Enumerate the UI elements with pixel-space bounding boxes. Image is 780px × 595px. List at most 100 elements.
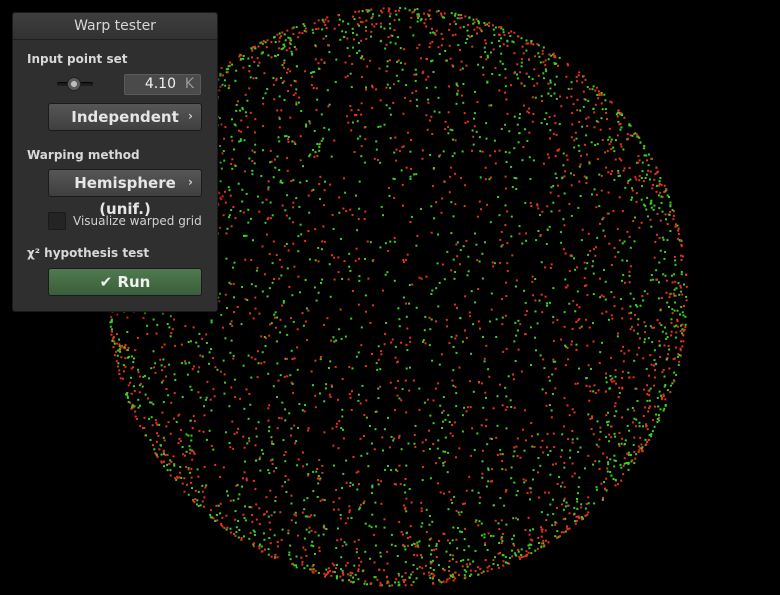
sample-point [444,418,447,421]
sample-point [520,370,523,373]
sample-point [523,289,526,292]
sample-point [494,556,496,559]
sample-point [449,128,452,131]
sample-point [443,180,446,183]
sample-point [203,414,206,417]
sample-point [334,81,337,83]
sample-count-slider[interactable] [57,77,93,91]
sample-point [671,312,674,315]
sample-point [169,469,172,472]
sample-point [620,349,623,352]
sample-point [232,499,235,502]
sample-point [278,169,281,171]
sample-point [648,394,651,397]
sample-point [584,267,587,270]
sample-point [472,135,475,138]
sample-point [279,331,282,334]
sample-point [331,570,334,573]
sample-point [547,491,550,494]
sample-point [595,486,598,489]
sample-point [605,310,608,313]
sample-point [205,342,208,344]
sample-point [328,51,331,54]
sample-point [656,212,659,215]
sample-point [601,498,604,501]
sample-point [627,349,630,352]
sample-point [219,85,222,88]
sample-point [525,239,528,242]
sample-point [246,442,249,445]
sample-point [577,451,580,453]
sample-point [257,421,260,424]
visualize-grid-checkbox[interactable] [48,212,66,230]
sample-count-field[interactable]: 4.10 K [124,74,201,95]
sample-point [455,456,457,459]
sample-point [265,198,268,201]
sample-point [444,128,447,131]
sample-point [273,158,276,161]
sample-point [654,241,657,243]
sample-point [302,324,305,327]
sample-point [621,279,623,282]
sample-point [605,414,608,417]
sample-point [239,210,242,213]
sample-point [683,305,685,307]
sample-point [554,55,557,58]
panel-title[interactable]: Warp tester [13,13,217,40]
sample-point [262,452,265,455]
sample-point [418,276,421,279]
sample-point [633,409,636,412]
sample-point [457,527,459,529]
sample-point [126,316,129,319]
sample-point [163,365,166,368]
sample-point [151,424,154,427]
sample-point [363,500,366,503]
sample-point [347,278,350,281]
sample-point [187,493,190,496]
sample-point [328,393,331,396]
sample-point [649,354,652,357]
sample-point [369,59,372,62]
sample-point [424,438,427,441]
sample-point [324,24,327,26]
sample-point [348,509,351,512]
sample-point [112,346,115,349]
slider-knob[interactable] [67,77,81,91]
sample-point [190,467,193,470]
sample-point [623,457,626,460]
sampler-popup-button[interactable]: Independent › [48,103,202,131]
run-button[interactable]: ✔ Run [48,268,202,296]
sample-point [653,425,656,428]
sample-point [537,457,540,459]
sample-point [209,516,212,519]
sample-point [483,533,486,536]
sample-point [530,42,533,45]
sample-point [461,67,464,70]
sample-point [660,201,663,204]
sample-point [405,510,408,513]
sample-point [672,218,675,221]
sample-point [422,339,425,342]
sample-point [582,75,585,78]
sample-point [335,564,338,566]
warping-method-popup-button[interactable]: Hemisphere (unif.) › [48,169,202,218]
sample-point [390,533,393,536]
sample-point [567,358,570,361]
sample-point [630,198,633,201]
sample-point [243,471,246,474]
sample-point [317,260,320,263]
sample-point [123,346,126,349]
sample-point [623,443,626,445]
visualize-grid-label[interactable]: Visualize warped grid [73,214,202,228]
sample-point [628,376,631,379]
sample-point [393,151,396,154]
sample-point [290,50,293,53]
sample-point [493,34,496,36]
sample-point [380,205,383,208]
sample-point [489,51,492,54]
sample-point [618,386,621,389]
sample-point [538,299,541,302]
sample-point [440,581,443,584]
sample-point [416,15,419,18]
sample-point [529,487,532,490]
